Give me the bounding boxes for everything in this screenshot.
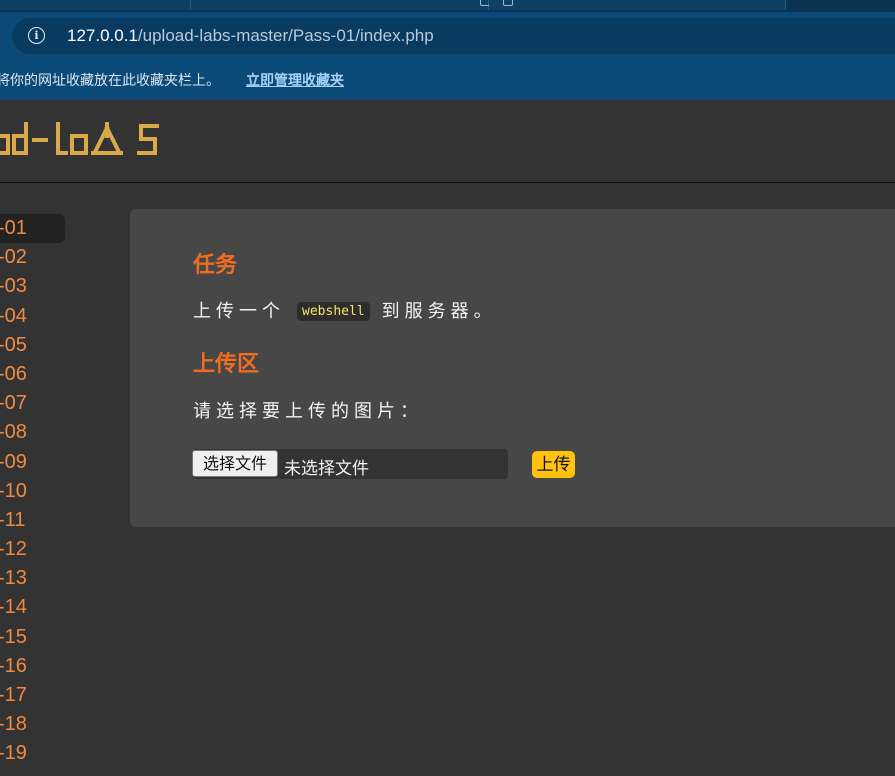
sidebar-item-pass-17[interactable]: -17 xyxy=(0,681,66,710)
manage-bookmarks-link[interactable]: 立即管理收藏夹 xyxy=(246,70,344,90)
level-sidebar: -01 -02 -03 -04 -05 -06 -07 -08 -09 -10 -11 -12 -13-… xyxy=(0,214,66,769)
upload-button[interactable]: 上传 xyxy=(532,451,575,478)
address-bar[interactable]: i 127.0.0.1/upload-labs-master/Pass-01/i… xyxy=(12,18,895,54)
browser-tab[interactable] xyxy=(489,0,786,10)
sidebar-item-pass-11[interactable]: -11 xyxy=(0,506,66,535)
sidebar-item-pass-05[interactable]: -05 xyxy=(0,331,66,360)
sidebar-item-pass-14[interactable]: -14 xyxy=(0,593,66,622)
webshell-code: webshell xyxy=(297,302,370,321)
upload-heading: 上传区 xyxy=(193,351,260,376)
task-text-after: 到服务器。 xyxy=(381,301,497,321)
browser-tab-strip xyxy=(0,0,895,12)
url-path: /upload-labs-master/Pass-01/index.php xyxy=(137,26,434,45)
bookmark-hint: 将你的网址收藏放在此收藏夹栏上。 xyxy=(0,72,220,88)
sidebar-item-pass-06[interactable]: -06 xyxy=(0,360,66,389)
sidebar-item-pass-01[interactable]: -01 xyxy=(0,214,65,244)
task-description: 上传一个 webshell 到服务器。 xyxy=(193,297,497,323)
sidebar-item-pass-19[interactable]: -19 xyxy=(0,739,66,768)
browser-tab[interactable] xyxy=(191,0,490,10)
sidebar-item-pass-13[interactable]: -13 xyxy=(0,564,66,593)
main-panel: 任务 上传一个 webshell 到服务器。 上传区 请选择要上传的图片： 选择… xyxy=(130,209,895,527)
sidebar-item-pass-12[interactable]: -12 xyxy=(0,535,66,564)
sidebar-item-pass-07[interactable]: -07 xyxy=(0,389,66,418)
url-text[interactable]: 127.0.0.1/upload-labs-master/Pass-01/ind… xyxy=(67,26,434,46)
sidebar-item-pass-08[interactable]: -08 xyxy=(0,418,66,447)
no-file-text: 未选择文件 xyxy=(284,459,369,478)
task-heading: 任务 xyxy=(193,252,238,277)
bookmarks-bar: 将你的网址收藏放在此收藏夹栏上。 立即管理收藏夹 xyxy=(0,61,895,100)
sidebar-item-pass-16[interactable]: -16 xyxy=(0,652,66,681)
sidebar-item-pass-04[interactable]: -04 xyxy=(0,302,66,331)
sidebar-item-pass-03[interactable]: -03 xyxy=(0,272,66,301)
choose-file-button[interactable]: 选择文件 xyxy=(192,450,278,477)
url-host: 127.0.0.1 xyxy=(67,26,138,45)
sidebar-item-pass-18[interactable]: -18 xyxy=(0,710,66,739)
sidebar-item-pass-02[interactable]: -02 xyxy=(0,243,66,272)
upload-prompt: 请选择要上传的图片： xyxy=(193,401,423,421)
file-input[interactable]: 选择文件 未选择文件 xyxy=(192,449,508,479)
sidebar-item-pass-15[interactable]: -15 xyxy=(0,623,66,652)
task-text-before: 上传一个 xyxy=(193,301,285,321)
sidebar-item-pass-10[interactable]: -10 xyxy=(0,477,66,506)
upload-labs-logo xyxy=(0,122,159,155)
browser-tab[interactable] xyxy=(0,0,191,10)
info-icon[interactable]: i xyxy=(28,27,45,44)
address-bar-row: i 127.0.0.1/upload-labs-master/Pass-01/i… xyxy=(0,12,895,61)
page-header xyxy=(0,100,895,183)
page-icon xyxy=(503,0,513,6)
sidebar-item-pass-09[interactable]: -09 xyxy=(0,448,66,477)
